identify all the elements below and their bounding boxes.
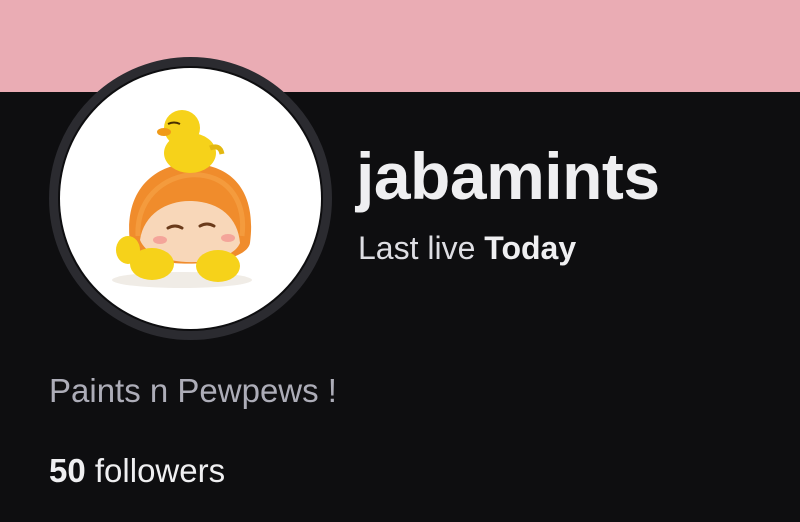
followers-count[interactable]: 50 followers [49, 452, 225, 490]
channel-username[interactable]: jabamints [356, 138, 660, 214]
last-live-status: Last live Today [358, 230, 576, 267]
followers-label: followers [94, 452, 226, 489]
last-live-label: Last live [358, 230, 476, 266]
channel-bio: Paints n Pewpews ! [49, 372, 337, 409]
avatar-ring [49, 57, 332, 340]
avatar[interactable] [60, 68, 321, 329]
channel-profile-card: jabamints Last live Today Paints n Pewpe… [0, 0, 800, 522]
waddle-dee-figure-icon [112, 110, 252, 288]
followers-number: 50 [49, 452, 86, 489]
last-live-value: Today [484, 230, 577, 266]
